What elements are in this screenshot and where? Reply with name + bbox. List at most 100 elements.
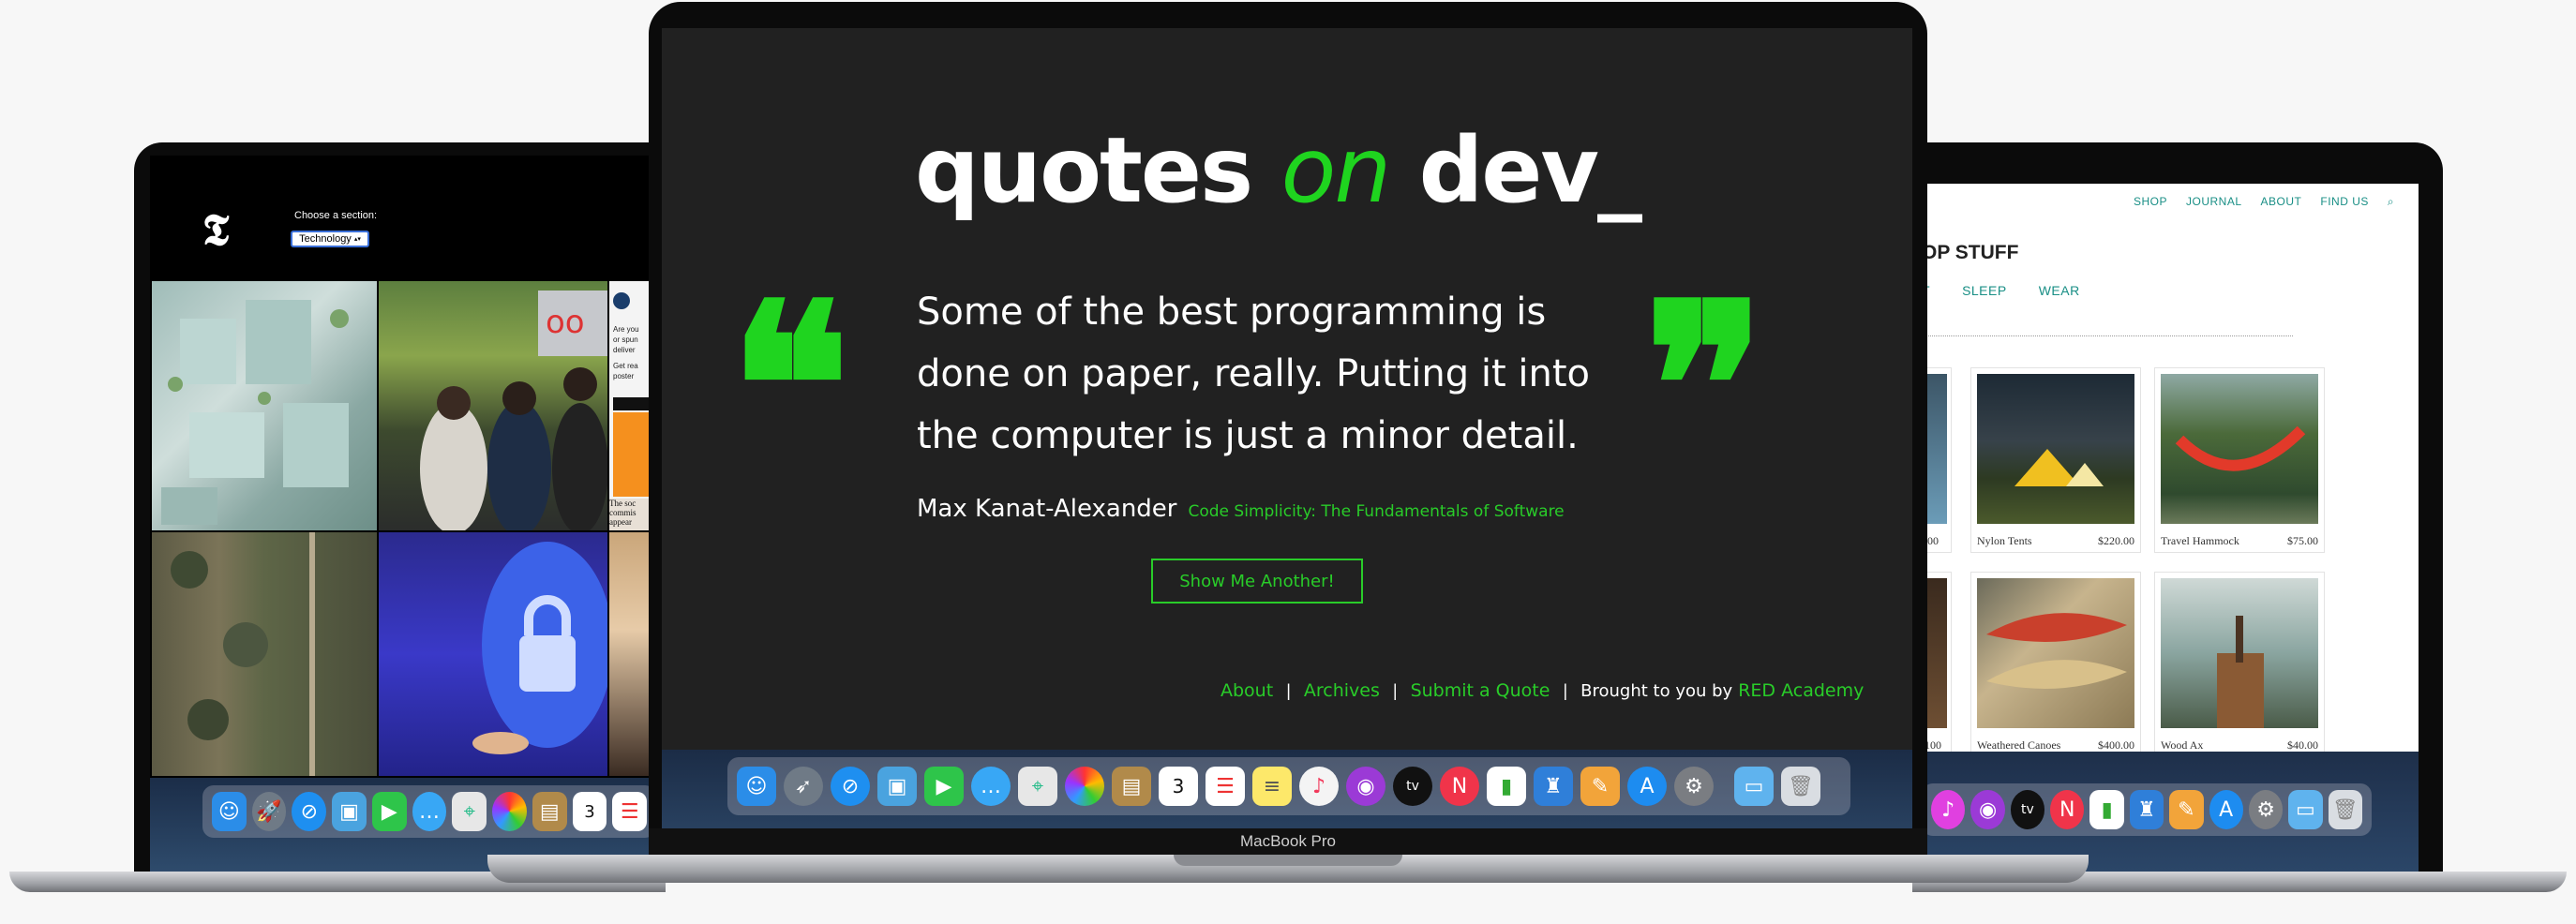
photos-icon[interactable]: [492, 792, 527, 831]
keynote-icon[interactable]: ♜: [1534, 767, 1573, 806]
news-icon[interactable]: N: [1440, 767, 1479, 806]
laptop-model-label: MacBook Pro: [1239, 832, 1337, 850]
finder-icon[interactable]: ☺: [737, 767, 776, 806]
divider: [1922, 335, 2293, 336]
podcasts-icon[interactable]: ◉: [1970, 790, 2005, 829]
article-tile-people[interactable]: oo: [379, 281, 607, 530]
music-icon[interactable]: ♪: [1299, 767, 1339, 806]
keynote-icon[interactable]: ♜: [2129, 790, 2164, 829]
section-label: Choose a section:: [294, 210, 378, 221]
footer-red-academy[interactable]: RED Academy: [1738, 680, 1864, 701]
folder-icon[interactable]: ▭: [2288, 790, 2323, 829]
settings-icon[interactable]: ⚙: [1674, 767, 1714, 806]
footer-brought-by: Brought to you by: [1580, 680, 1733, 701]
preview-icon[interactable]: ▣: [332, 792, 367, 831]
safari-icon[interactable]: ⊘: [292, 792, 327, 831]
forest-photo: [171, 532, 315, 776]
select-arrows-icon: ▴▾: [353, 236, 361, 243]
article-tile-city[interactable]: [152, 281, 377, 530]
preview-icon[interactable]: ▣: [877, 767, 917, 806]
nyt-logo-icon[interactable]: 𝕿: [202, 204, 240, 255]
search-icon[interactable]: ⌕: [2388, 195, 2394, 209]
category-wear[interactable]: WEAR: [2039, 283, 2080, 298]
site-footer: About | Archives | Submit a Quote | Brou…: [1221, 680, 1864, 701]
messages-icon[interactable]: …: [971, 767, 1011, 806]
nav-find-us[interactable]: FIND US: [2320, 195, 2369, 209]
section-select[interactable]: Technology ▴▾: [291, 231, 369, 247]
center-laptop-chin: MacBook Pro: [649, 828, 1927, 855]
launchpad-icon[interactable]: ➶: [784, 767, 823, 806]
facetime-icon[interactable]: ▶: [924, 767, 964, 806]
open-quote-icon: ❝: [729, 254, 851, 518]
quote-attribution: Max Kanat-Alexander Code Simplicity: The…: [917, 495, 1565, 523]
left-dock: ☺ 🚀 ⊘ ▣ ▶ … ⌖ ▤ 3 ☰: [202, 785, 656, 838]
product-card[interactable]: Wood Ax $40.00: [2154, 572, 2325, 757]
downloads-folder-icon[interactable]: ▭: [1734, 767, 1774, 806]
numbers-icon[interactable]: ▮: [2089, 790, 2124, 829]
site-logo[interactable]: quotes on dev_: [915, 118, 1642, 223]
contacts-icon[interactable]: ▤: [532, 792, 567, 831]
shop-nav: SHOP JOURNAL ABOUT FIND US ⌕: [2134, 195, 2394, 209]
contacts-icon[interactable]: ▤: [1112, 767, 1151, 806]
right-dock: ♪ ◉ tv N ▮ ♜ ✎ A ⚙ ▭ 🗑: [1922, 783, 2372, 836]
article-tile-forest[interactable]: [152, 532, 377, 776]
footer-submit-quote[interactable]: Submit a Quote: [1411, 680, 1550, 701]
show-another-button[interactable]: Show Me Another!: [1151, 559, 1363, 604]
logo-on: on: [1281, 118, 1392, 223]
messages-icon[interactable]: …: [412, 792, 447, 831]
launchpad-icon[interactable]: 🚀: [251, 792, 287, 831]
notes-icon[interactable]: ≡: [1252, 767, 1292, 806]
quote-source[interactable]: Code Simplicity: The Fundamentals of Sof…: [1189, 502, 1565, 521]
product-image-canoes: [1977, 578, 2134, 728]
right-screen: SHOP JOURNAL ABOUT FIND US ⌕ OP STUFF T …: [1922, 184, 2419, 872]
news-icon[interactable]: N: [2050, 790, 2085, 829]
ad-text: Are you or spun deliver Get rea poster: [613, 325, 639, 380]
reminders-icon[interactable]: ☰: [1206, 767, 1245, 806]
section-select-value: Technology: [299, 233, 352, 245]
category-sleep[interactable]: SLEEP: [1962, 283, 2007, 298]
article-tile-privacy[interactable]: [379, 532, 607, 776]
calendar-icon[interactable]: 3: [572, 792, 607, 831]
product-card[interactable]: Nylon Tents $220.00: [1970, 367, 2141, 553]
footer-archives[interactable]: Archives: [1304, 680, 1380, 701]
nav-journal[interactable]: JOURNAL: [2186, 195, 2242, 209]
safari-icon[interactable]: ⊘: [831, 767, 870, 806]
center-screen: quotes on dev_ ❝ ❞ Some of the best prog…: [662, 28, 1912, 849]
lock-screen-photo: [472, 542, 607, 754]
finder-icon[interactable]: ☺: [212, 792, 247, 831]
settings-icon[interactable]: ⚙: [2248, 790, 2284, 829]
trash-icon[interactable]: 🗑: [2328, 790, 2362, 829]
product-card[interactable]: Weathered Canoes $400.00: [1970, 572, 2141, 757]
photos-icon[interactable]: [1065, 767, 1104, 806]
calendar-icon[interactable]: 3: [1159, 767, 1198, 806]
product-caption: Weathered Canoes $400.00: [1977, 738, 2134, 752]
close-quote-icon: ❞: [1644, 254, 1766, 518]
app-store-icon[interactable]: A: [1627, 767, 1667, 806]
quote-author: Max Kanat-Alexander: [917, 495, 1177, 523]
ad-logo-icon: [613, 292, 630, 309]
footer-about[interactable]: About: [1221, 680, 1273, 701]
trash-icon[interactable]: 🗑: [1781, 767, 1820, 806]
pages-icon[interactable]: ✎: [2169, 790, 2204, 829]
music-icon[interactable]: ♪: [1931, 790, 1966, 829]
pages-icon[interactable]: ✎: [1580, 767, 1620, 806]
nav-about[interactable]: ABOUT: [2261, 195, 2302, 209]
app-store-icon[interactable]: A: [2209, 790, 2243, 829]
shop-categories: T SLEEP WEAR: [1922, 283, 2080, 298]
tv-icon[interactable]: tv: [1393, 767, 1432, 806]
footer-separator: |: [1392, 680, 1398, 700]
maps-icon[interactable]: ⌖: [1018, 767, 1057, 806]
numbers-icon[interactable]: ▮: [1487, 767, 1526, 806]
left-screen: 𝕿 Choose a section: Technology ▴▾ oo Are…: [150, 156, 656, 872]
maps-icon[interactable]: ⌖: [452, 792, 487, 831]
tv-icon[interactable]: tv: [2010, 790, 2045, 829]
nav-shop[interactable]: SHOP: [2134, 195, 2167, 209]
podcasts-icon[interactable]: ◉: [1346, 767, 1385, 806]
reminders-icon[interactable]: ☰: [612, 792, 648, 831]
product-caption: Nylon Tents $220.00: [1977, 534, 2134, 547]
facetime-icon[interactable]: ▶: [371, 792, 407, 831]
center-dock: ☺ ➶ ⊘ ▣ ▶ … ⌖ ▤ 3 ☰ ≡ ♪ ◉ tv N ▮ ♜ ✎ A ⚙…: [727, 757, 1850, 815]
lock-icon: [519, 635, 576, 692]
logo-quotes: quotes: [915, 118, 1253, 223]
product-card[interactable]: Travel Hammock $75.00: [2154, 367, 2325, 553]
